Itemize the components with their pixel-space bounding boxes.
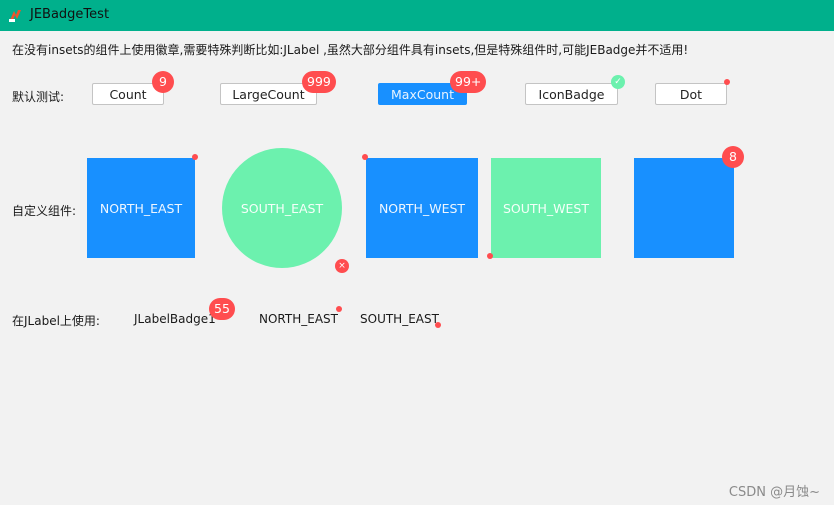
custom-components-label: 自定义组件: — [12, 204, 77, 218]
check-icon: ✓ — [611, 75, 625, 89]
jlabel-usage-label: 在JLabel上使用: — [12, 314, 100, 328]
south-west-dot-badge — [487, 253, 493, 259]
north-east-dot-badge — [192, 154, 198, 160]
panel-text: NORTH_WEST — [378, 200, 466, 216]
jlabel-south-east-dot — [435, 322, 441, 328]
count-panel — [634, 158, 734, 258]
panel-text: SOUTH_WEST — [502, 200, 590, 216]
watermark: CSDN @月蚀~ — [728, 485, 820, 500]
description-text: 在没有insets的组件上使用徽章,需要特殊判断比如:JLabel ,虽然大部分… — [12, 43, 689, 57]
jlabel-count-badge: 55 — [209, 298, 235, 320]
jlabel-north-east: NORTH_EAST — [259, 312, 338, 326]
south-west-panel: SOUTH_WEST — [491, 158, 601, 258]
panel-text: SOUTH_EAST — [240, 200, 324, 216]
java-app-icon — [9, 10, 21, 22]
close-icon[interactable]: × — [335, 259, 349, 273]
count-badge: 9 — [152, 71, 174, 93]
jlabel-south-east: SOUTH_EAST — [360, 312, 439, 326]
jlabel-north-east-dot — [336, 306, 342, 312]
panel-count-badge: 8 — [722, 146, 744, 168]
dot-button[interactable]: Dot — [655, 83, 727, 105]
default-test-label: 默认测试: — [12, 90, 65, 104]
title-bar: JEBadgeTest — [0, 0, 834, 31]
south-east-circle-panel: SOUTH_EAST — [222, 148, 342, 268]
north-west-dot-badge — [362, 154, 368, 160]
window-title: JEBadgeTest — [30, 7, 110, 22]
north-east-panel: NORTH_EAST — [87, 158, 195, 258]
dot-badge — [724, 79, 730, 85]
panel-text: NORTH_EAST — [99, 200, 183, 216]
max-count-badge: 99+ — [450, 71, 487, 93]
north-west-panel: NORTH_WEST — [366, 158, 478, 258]
large-count-badge: 999 — [302, 71, 336, 93]
jlabel-badge1: JLabelBadge1 — [134, 312, 216, 326]
icon-badge-button[interactable]: IconBadge — [525, 83, 618, 105]
